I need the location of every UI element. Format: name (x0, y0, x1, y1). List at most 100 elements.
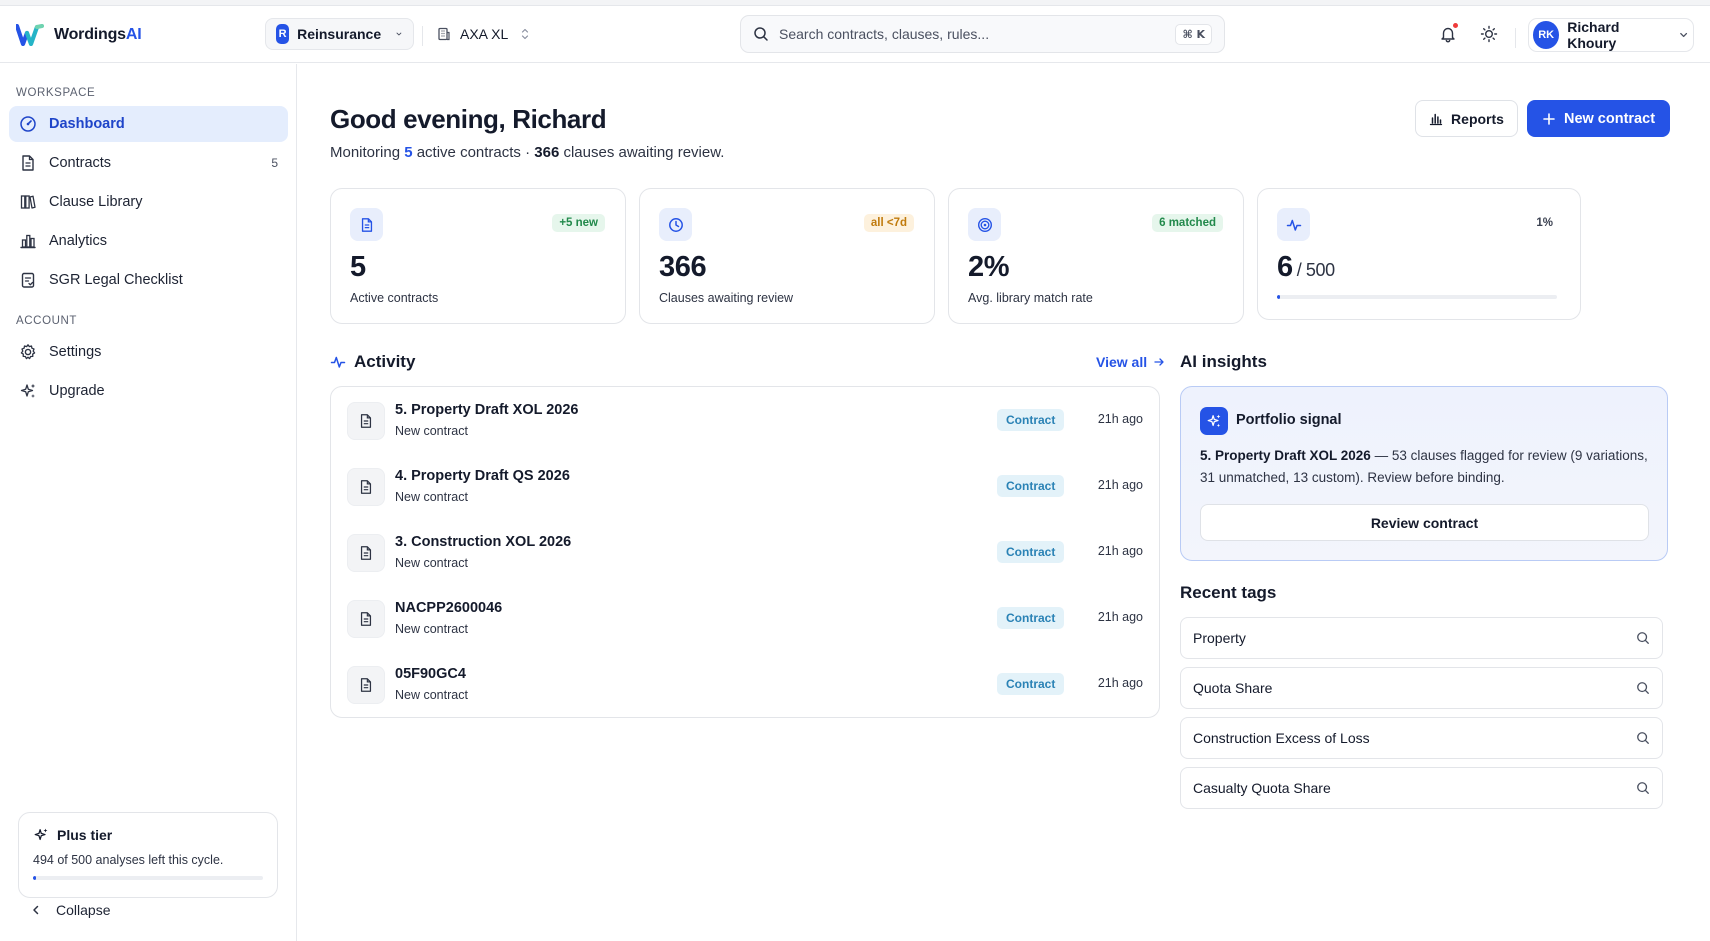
activity-time: 21h ago (1097, 544, 1143, 558)
activity-title: 05F90GC4 (395, 666, 466, 682)
clock-icon (668, 217, 683, 232)
document-icon (347, 468, 385, 506)
usage-percent: 1% (1536, 217, 1553, 229)
portfolio-signal-card: Portfolio signal 5. Property Draft XOL 2… (1180, 386, 1668, 561)
status-badge: Contract (997, 409, 1065, 431)
reports-button[interactable]: Reports (1415, 100, 1518, 137)
search-icon (1636, 781, 1650, 795)
list-item[interactable]: NACPP2600046 New contract Contract 21h a… (331, 585, 1159, 651)
activity-subtitle: New contract (395, 622, 468, 636)
status-badge: Contract (997, 673, 1065, 695)
sidebar-item-label: Clause Library (49, 194, 143, 210)
activity-title: 3. Construction XOL 2026 (395, 534, 572, 550)
sidebar-section-account: ACCOUNT (16, 315, 78, 327)
brand-logo[interactable]: WordingsAI (16, 24, 142, 46)
building-icon (438, 27, 450, 41)
document-icon (347, 600, 385, 638)
sidebar-item-analytics[interactable]: Analytics (9, 223, 288, 259)
activity-subtitle: New contract (395, 556, 468, 570)
sidebar-item-dashboard[interactable]: Dashboard (9, 106, 288, 142)
sidebar-item-sgr-legal-checklist[interactable]: SGR Legal Checklist (9, 262, 288, 298)
sidebar-item-contracts[interactable]: Contracts 5 (9, 145, 288, 181)
notification-dot (1452, 22, 1459, 29)
stat-label: Avg. library match rate (968, 291, 1093, 305)
status-badge: Contract (997, 475, 1065, 497)
plan-card[interactable]: Plus tier 494 of 500 analyses left this … (18, 812, 278, 898)
sidebar-item-label: SGR Legal Checklist (49, 272, 183, 288)
review-contract-button[interactable]: Review contract (1200, 504, 1649, 541)
gauge-icon (20, 116, 36, 132)
sparkles-icon (20, 383, 36, 398)
target-icon (977, 217, 992, 232)
checklist-icon (21, 272, 35, 288)
tag-item-quota-share[interactable]: Quota Share (1180, 667, 1663, 709)
plan-title-label: Plus tier (57, 827, 113, 843)
tag-label: Property (1193, 630, 1246, 646)
stat-card-analyses-usage[interactable]: 1% 6/ 500 (1257, 188, 1581, 320)
wordings-logo-icon (16, 24, 44, 46)
organization-label: AXA XL (460, 26, 509, 42)
collapse-label: Collapse (56, 902, 111, 918)
divider (422, 26, 423, 46)
stat-label: Active contracts (350, 291, 439, 305)
status-badge: all <7d (863, 214, 914, 232)
status-badge: Contract (997, 607, 1065, 629)
notifications-button[interactable] (1432, 18, 1464, 50)
list-item[interactable]: 5. Property Draft XOL 2026 New contract … (331, 387, 1159, 453)
stat-card-library-match-rate[interactable]: 6 matched 2% Avg. library match rate (948, 188, 1244, 324)
chevron-left-icon (33, 905, 39, 915)
tag-item-property[interactable]: Property (1180, 617, 1663, 659)
sidebar-item-upgrade[interactable]: Upgrade (9, 373, 288, 409)
sidebar-item-label: Dashboard (49, 116, 125, 132)
chevron-down-icon (396, 32, 402, 36)
activity-list: 5. Property Draft XOL 2026 New contract … (330, 386, 1160, 718)
activity-heading: Activity (330, 352, 415, 372)
pulse-icon (1286, 219, 1301, 231)
activity-title: NACPP2600046 (395, 600, 503, 616)
stat-icon (1277, 208, 1310, 241)
bar-chart-icon (1429, 113, 1443, 125)
activity-title: 4. Property Draft QS 2026 (395, 468, 570, 484)
plan-usage-text: 494 of 500 analyses left this cycle. (33, 853, 224, 867)
activity-subtitle: New contract (395, 424, 468, 438)
collapse-sidebar-button[interactable]: Collapse (30, 902, 110, 918)
status-badge: 6 matched (1152, 214, 1223, 232)
stat-card-clauses-awaiting-review[interactable]: all <7d 366 Clauses awaiting review (639, 188, 935, 324)
brand-name: WordingsAI (54, 26, 142, 43)
stat-value: 366 (659, 251, 707, 283)
tag-item-construction-excess-of-loss[interactable]: Construction Excess of Loss (1180, 717, 1663, 759)
new-contract-button[interactable]: New contract (1527, 100, 1670, 137)
activity-time: 21h ago (1097, 676, 1143, 690)
list-item[interactable]: 4. Property Draft QS 2026 New contract C… (331, 453, 1159, 519)
page-subtitle: Monitoring 5 active contracts · 366 clau… (330, 144, 725, 161)
sidebar-item-label: Analytics (49, 233, 108, 249)
active-contracts-count: 5 (404, 144, 413, 161)
stat-card-active-contracts[interactable]: +5 new 5 Active contracts (330, 188, 626, 324)
organization-selector[interactable]: AXA XL (436, 18, 530, 50)
global-search[interactable]: ⌘ K (740, 15, 1225, 53)
search-input[interactable] (779, 26, 1166, 42)
tag-item-casualty-quota-share[interactable]: Casualty Quota Share (1180, 767, 1663, 809)
main-content: Good evening, Richard Monitoring 5 activ… (298, 64, 1710, 941)
usage-progress-bar (1277, 295, 1557, 299)
search-icon (1636, 631, 1650, 645)
user-menu[interactable]: RK Richard Khoury (1528, 18, 1694, 52)
contracts-count: 5 (271, 156, 278, 170)
list-item[interactable]: 3. Construction XOL 2026 New contract Co… (331, 519, 1159, 585)
stat-icon (968, 208, 1001, 241)
stat-value: 5 (350, 251, 366, 283)
chevron-updown-icon (522, 28, 529, 40)
search-icon (754, 27, 768, 41)
tag-label: Quota Share (1193, 680, 1273, 696)
workspace-selector[interactable]: R Reinsurance (265, 18, 414, 50)
status-badge: Contract (997, 541, 1065, 563)
plan-title: Plus tier (33, 827, 263, 843)
list-item[interactable]: 05F90GC4 New contract Contract 21h ago (331, 651, 1159, 717)
view-all-activity-link[interactable]: View all (1096, 354, 1165, 370)
sidebar-item-settings[interactable]: Settings (9, 334, 288, 370)
theme-toggle-button[interactable] (1473, 18, 1505, 50)
stat-icon (659, 208, 692, 241)
ai-insights-heading: AI insights (1180, 352, 1267, 371)
sidebar-item-label: Settings (49, 344, 102, 360)
sidebar-item-clause-library[interactable]: Clause Library (9, 184, 288, 220)
